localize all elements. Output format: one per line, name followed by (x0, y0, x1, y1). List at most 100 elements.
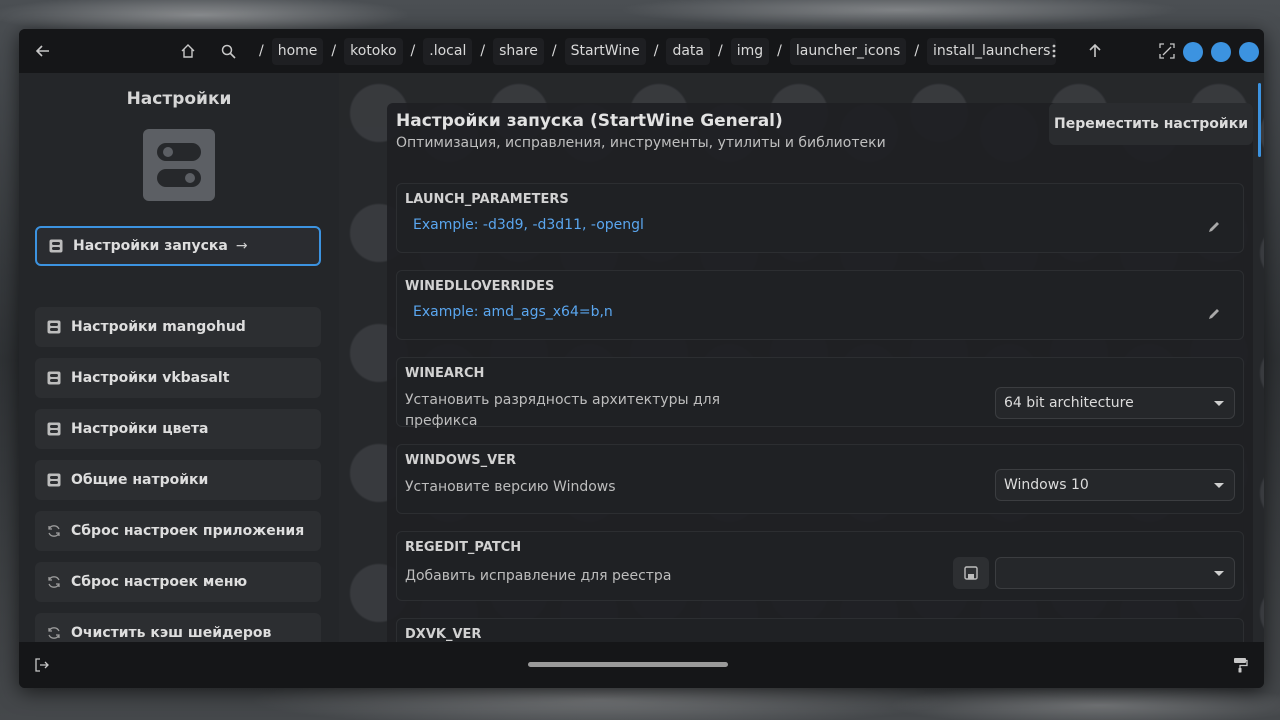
setting-row-winearch: WINEARCH Установить разрядность архитект… (396, 357, 1244, 429)
search-button[interactable] (214, 37, 242, 65)
sidebar-item-launch-settings[interactable]: Настройки запуска → (35, 226, 321, 266)
fullscreen-button[interactable] (1153, 37, 1181, 65)
close-button[interactable] (1239, 42, 1259, 62)
breadcrumb-separator: / (717, 43, 723, 59)
sidebar-item-label: Сброс настроек приложения (71, 523, 305, 539)
page-subtitle: Оптимизация, исправления, инструменты, у… (396, 135, 886, 151)
chevron-down-icon (1214, 483, 1224, 488)
refresh-icon (47, 626, 61, 640)
breadcrumb-item[interactable]: install_launchers (927, 37, 1057, 65)
breadcrumb-separator: / (551, 43, 557, 59)
breadcrumb: / home / kotoko / .local / share / Start… (251, 37, 1057, 65)
footer-bar (19, 642, 1264, 688)
sidebar-item-label: Сброс настроек меню (71, 574, 248, 590)
setting-key: REGEDIT_PATCH (405, 540, 522, 555)
settings-icon (47, 473, 61, 487)
setting-key: WINEDLLOVERRIDES (405, 279, 555, 294)
setting-description: Установите версию Windows (405, 479, 616, 495)
sidebar-item-label: Настройки vkbasalt (71, 370, 230, 386)
breadcrumb-separator: / (777, 43, 782, 59)
sidebar-title: Настройки (126, 89, 232, 109)
refresh-icon (47, 575, 61, 589)
setting-key: WINEARCH (405, 366, 485, 381)
theme-button[interactable] (1226, 651, 1254, 679)
header-bar: / home / kotoko / .local / share / Start… (19, 29, 1264, 73)
menu-button[interactable] (1040, 37, 1068, 65)
breadcrumb-item[interactable]: img (730, 37, 770, 65)
setting-description: Добавить исправление для реестра (405, 568, 672, 584)
breadcrumb-separator: / (480, 43, 486, 59)
save-button[interactable] (953, 557, 989, 589)
sidebar-item-label: Настройки запуска (73, 238, 228, 254)
scrollbar[interactable] (1258, 83, 1261, 157)
chevron-down-icon (1214, 571, 1224, 576)
windows-version-dropdown[interactable]: Windows 10 (995, 469, 1235, 501)
setting-key: LAUNCH_PARAMETERS (405, 192, 569, 207)
settings-logo-icon (143, 129, 215, 201)
sidebar-item-label: Настройки цвета (71, 421, 209, 437)
kebab-menu-icon (1052, 44, 1056, 58)
breadcrumb-separator: / (914, 43, 920, 59)
breadcrumb-separator: / (331, 43, 337, 59)
regedit-patch-dropdown[interactable] (995, 557, 1235, 589)
search-icon (221, 44, 236, 59)
home-button[interactable] (174, 37, 202, 65)
breadcrumb-separator: / (410, 43, 416, 59)
breadcrumb-item[interactable]: StartWine (564, 37, 646, 65)
pencil-icon[interactable] (1207, 220, 1221, 238)
sidebar-item-label: Очистить кэш шейдеров (71, 625, 272, 641)
settings-icon (47, 371, 61, 385)
exit-button[interactable] (28, 651, 56, 679)
arrow-up-icon (1089, 44, 1101, 57)
minimize-button[interactable] (1183, 42, 1203, 62)
settings-panel: Настройки запуска (StartWine General) Оп… (387, 103, 1253, 642)
setting-description: Установить разрядность архитектуры для п… (405, 392, 721, 429)
breadcrumb-item[interactable]: share (493, 37, 544, 65)
setting-key: DXVK_VER (405, 627, 482, 642)
sidebar-item-mangohud-settings[interactable]: Настройки mangohud (35, 307, 321, 347)
move-settings-button[interactable]: Переместить настройки (1049, 103, 1253, 145)
sidebar-item-reset-menu-settings[interactable]: Сброс настроек меню (35, 562, 321, 602)
sidebar-item-general-settings[interactable]: Общие натройки (35, 460, 321, 500)
drag-handle[interactable] (528, 662, 728, 667)
breadcrumb-item[interactable]: .local (423, 37, 473, 65)
winearch-dropdown[interactable]: 64 bit architecture (995, 387, 1235, 419)
sidebar-item-color-settings[interactable]: Настройки цвета (35, 409, 321, 449)
sidebar-item-reset-app-settings[interactable]: Сброс настроек приложения (35, 511, 321, 551)
breadcrumb-item[interactable]: launcher_icons (789, 37, 907, 65)
up-button[interactable] (1081, 37, 1109, 65)
main-content: Настройки запуска (StartWine General) Оп… (339, 73, 1264, 642)
save-icon (964, 566, 978, 580)
sidebar-item-vkbasalt-settings[interactable]: Настройки vkbasalt (35, 358, 321, 398)
arrow-left-icon (36, 45, 49, 57)
settings-icon (47, 320, 61, 334)
fullscreen-icon (1159, 43, 1175, 59)
sidebar-item-label: Настройки mangohud (71, 319, 246, 335)
refresh-icon (47, 524, 61, 538)
setting-row-launch-parameters: LAUNCH_PARAMETERS (396, 183, 1244, 253)
dropdown-value: Windows 10 (1004, 477, 1089, 493)
breadcrumb-item[interactable]: kotoko (344, 37, 403, 65)
maximize-button[interactable] (1211, 42, 1231, 62)
arrow-right-icon: → (235, 238, 248, 254)
setting-row-dxvk-ver: DXVK_VER (396, 618, 1244, 642)
setting-row-winedlloverrides: WINEDLLOVERRIDES (396, 270, 1244, 340)
exit-icon (35, 658, 49, 672)
launch-parameters-input[interactable] (413, 217, 1113, 233)
breadcrumb-item[interactable]: home (271, 37, 324, 65)
dropdown-value: 64 bit architecture (1004, 395, 1134, 411)
sidebar-item-label: Общие натройки (71, 472, 209, 488)
back-button[interactable] (29, 37, 57, 65)
settings-icon (49, 239, 63, 253)
winedlloverrides-input[interactable] (413, 304, 1113, 320)
setting-key: WINDOWS_VER (405, 453, 517, 468)
setting-row-windows-ver: WINDOWS_VER Установите версию Windows Wi… (396, 444, 1244, 514)
page-title: Настройки запуска (StartWine General) (396, 111, 783, 131)
breadcrumb-separator: / (259, 43, 264, 59)
chevron-down-icon (1214, 401, 1224, 406)
app-window: / home / kotoko / .local / share / Start… (19, 29, 1264, 688)
settings-icon (47, 422, 61, 436)
setting-row-regedit-patch: REGEDIT_PATCH Добавить исправление для р… (396, 531, 1244, 601)
breadcrumb-item[interactable]: data (666, 37, 710, 65)
pencil-icon[interactable] (1207, 307, 1221, 325)
